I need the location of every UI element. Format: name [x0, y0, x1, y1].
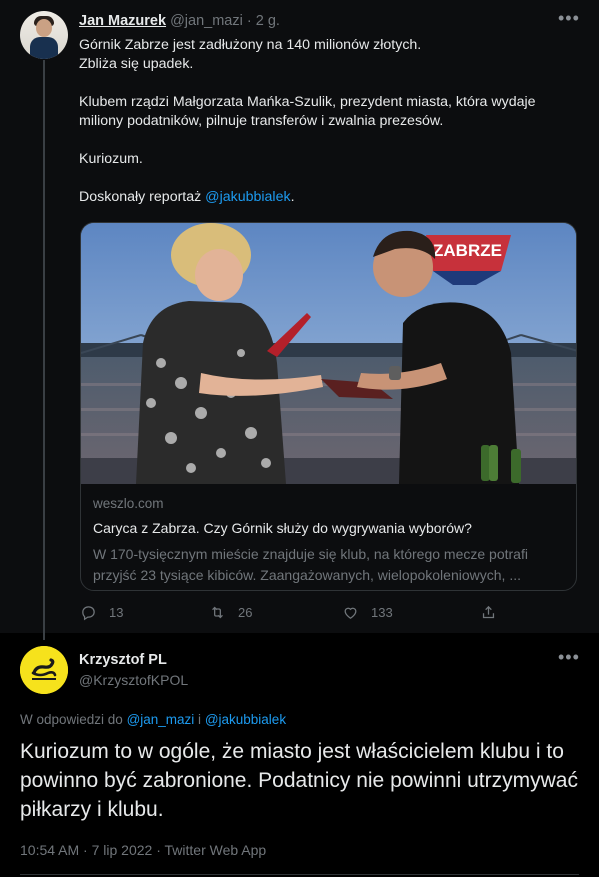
heart-icon — [344, 607, 357, 619]
replying-to-joiner: i — [194, 712, 205, 727]
tweet-text-line: Górnik Zabrze jest zadłużony na 140 mili… — [79, 37, 422, 53]
separator-dot: · — [246, 13, 252, 29]
avatar[interactable] — [20, 11, 68, 59]
more-horizontal-icon[interactable]: ••• — [558, 648, 580, 666]
mention-link[interactable]: @jan_mazi — [127, 712, 195, 727]
author-name[interactable]: Krzysztof PL — [79, 652, 167, 668]
reply-icon — [82, 606, 95, 621]
retweet-icon — [212, 606, 223, 619]
retweet-count: 26 — [238, 605, 253, 620]
replying-to: W odpowiedzi do @jan_mazi i @jakubbialek — [20, 712, 286, 727]
thread-connector-line — [43, 60, 45, 640]
parent-tweet[interactable]: Jan Mazurek @jan_mazi · 2 g. ••• Górnik … — [0, 0, 599, 640]
mention-link[interactable]: @jakubbialek — [205, 712, 286, 727]
tweet-time[interactable]: 2 g. — [256, 13, 280, 29]
snake-logo-icon — [20, 646, 68, 694]
link-card[interactable]: ZABRZE weszlo.com Caryca z Zabrza. Czy G… — [80, 222, 577, 591]
card-title[interactable]: Caryca z Zabrza. Czy Górnik służy do wyg… — [93, 520, 563, 536]
tweet-text-line: Klubem rządzi Małgorzata Mańka-Szulik, p… — [79, 94, 536, 129]
share-icon — [482, 605, 495, 619]
card-description: W 170-tysięcznym mieście znajduje się kl… — [93, 546, 528, 583]
tweet-text-line: Doskonały reportaż @jakubbialek. — [79, 188, 579, 207]
retweet-button[interactable]: 26 — [209, 604, 252, 621]
share-button[interactable] — [480, 604, 497, 621]
tweet-text-line: Kuriozum. — [79, 151, 143, 167]
author-handle[interactable]: @jan_mazi — [170, 13, 243, 29]
divider — [20, 874, 579, 875]
tweet-header: Jan Mazurek @jan_mazi · 2 g. — [79, 13, 280, 29]
replying-to-label: W odpowiedzi do — [20, 712, 127, 727]
card-domain: weszlo.com — [93, 496, 164, 511]
avatar[interactable] — [20, 646, 68, 694]
tweet-text-segment: Doskonały reportaż — [79, 189, 206, 205]
sign-text: ZABRZE — [433, 241, 502, 260]
like-button[interactable]: 133 — [342, 604, 393, 621]
like-count: 133 — [371, 605, 393, 620]
tweet-text: Górnik Zabrze jest zadłużony na 140 mili… — [79, 36, 579, 207]
reply-count: 13 — [109, 605, 124, 620]
mention-link[interactable]: @jakubbialek — [205, 189, 290, 205]
author-name[interactable]: Jan Mazurek — [79, 13, 166, 29]
more-horizontal-icon[interactable]: ••• — [558, 9, 580, 27]
tweet-text-segment: . — [290, 189, 295, 205]
card-text: weszlo.com Caryca z Zabrza. Czy Górnik s… — [93, 496, 563, 586]
tweet-text: Kuriozum to w ogóle, że miasto jest właś… — [20, 740, 578, 821]
card-image: ZABRZE — [81, 223, 576, 484]
tweet-actions: 13 26 133 — [0, 604, 599, 626]
tweet-timestamp[interactable]: 10:54 AM · 7 lip 2022 · Twitter Web App — [20, 842, 266, 858]
tweet-text-line: Zbliża się upadek. — [79, 56, 194, 72]
author-handle[interactable]: @KrzysztofKPOL — [79, 672, 188, 688]
reply-button[interactable]: 13 — [80, 604, 123, 621]
